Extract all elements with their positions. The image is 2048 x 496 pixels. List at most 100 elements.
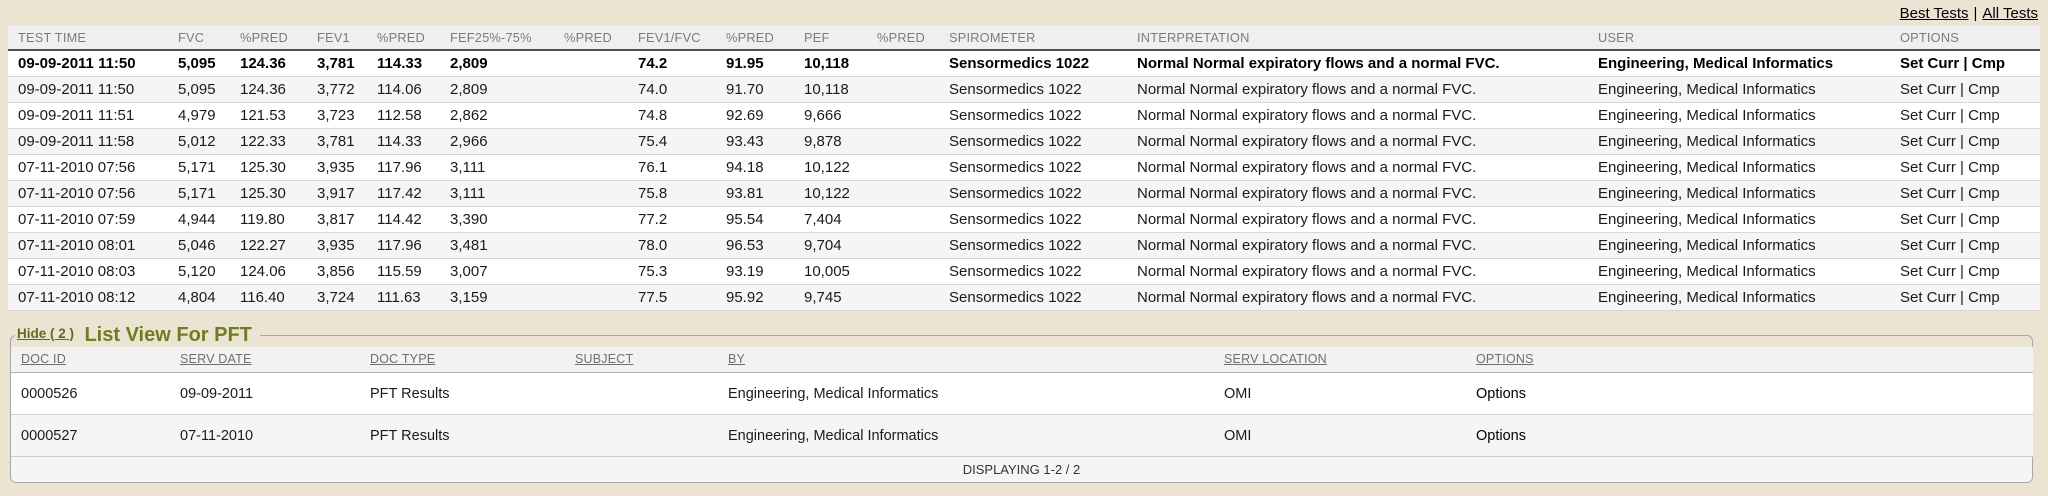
doc-sort-link-serv-location[interactable]: SERV LOCATION (1224, 352, 1327, 366)
pft-cell-interpretation: Normal Normal expiratory flows and a nor… (1127, 128, 1588, 154)
cmp-link[interactable]: Cmp (1968, 81, 2000, 98)
cmp-link[interactable]: Cmp (1968, 133, 2000, 150)
cmp-link[interactable]: Cmp (1968, 263, 2000, 280)
pft-cell-fvc: 5,095 (168, 50, 230, 76)
pft-column-header-user: USER (1588, 26, 1890, 50)
doc-cell-serv-date: 07-11-2010 (170, 415, 360, 457)
set-curr-link[interactable]: Set Curr (1900, 263, 1956, 280)
pft-cell-user: Engineering, Medical Informatics (1588, 128, 1890, 154)
cmp-link[interactable]: Cmp (1968, 211, 2000, 228)
cmp-link[interactable]: Cmp (1968, 159, 2000, 176)
pft-cell-fef25-75: 3,007 (440, 258, 554, 284)
pft-column-header-pred: %PRED (867, 26, 939, 50)
pft-cell-pred (867, 258, 939, 284)
pft-cell-pred: 112.58 (367, 102, 440, 128)
pft-cell-test-time: 09-09-2011 11:50 (8, 50, 168, 76)
pft-cell-fvc: 5,171 (168, 180, 230, 206)
pft-cell-fev1-fvc: 75.8 (628, 180, 716, 206)
pft-cell-pred: 122.27 (230, 232, 307, 258)
pft-cell-fev1: 3,817 (307, 206, 367, 232)
doc-cell-doc-type: PFT Results (360, 415, 565, 457)
all-tests-link[interactable]: All Tests (1982, 5, 2038, 22)
pft-cell-spirometer: Sensormedics 1022 (939, 128, 1127, 154)
pft-cell-user: Engineering, Medical Informatics (1588, 154, 1890, 180)
pft-cell-pred (867, 180, 939, 206)
doc-sort-link-serv-date[interactable]: SERV DATE (180, 352, 252, 366)
doc-sort-link-by[interactable]: BY (728, 352, 745, 366)
options-separator: | (1956, 107, 1968, 124)
options-separator: | (1956, 81, 1968, 98)
pft-cell-fev1: 3,772 (307, 76, 367, 102)
cmp-link[interactable]: Cmp (1972, 55, 2005, 72)
pft-cell-spirometer: Sensormedics 1022 (939, 76, 1127, 102)
doc-column-header-options: OPTIONS (1466, 347, 2033, 373)
pft-cell-test-time: 07-11-2010 08:03 (8, 258, 168, 284)
pft-cell-pred: 114.33 (367, 50, 440, 76)
pft-cell-pred: 114.06 (367, 76, 440, 102)
doc-sort-link-doc-id[interactable]: DOC ID (21, 352, 66, 366)
pft-cell-spirometer: Sensormedics 1022 (939, 180, 1127, 206)
doc-column-header-serv-location: SERV LOCATION (1214, 347, 1466, 373)
pft-row: 09-09-2011 11:505,095124.363,772114.062,… (8, 76, 2040, 102)
pft-cell-pred: 125.30 (230, 180, 307, 206)
pft-cell-pred: 92.69 (716, 102, 794, 128)
pft-cell-user: Engineering, Medical Informatics (1588, 50, 1890, 76)
pft-cell-fev1-fvc: 74.0 (628, 76, 716, 102)
list-view-fieldset: Hide ( 2 ) List View For PFT DOC IDSERV … (10, 324, 2033, 484)
doc-sort-link-subject[interactable]: SUBJECT (575, 352, 633, 366)
pft-row: 07-11-2010 08:124,804116.403,724111.633,… (8, 284, 2040, 310)
cmp-link[interactable]: Cmp (1968, 289, 2000, 306)
doc-sort-link-doc-type[interactable]: DOC TYPE (370, 352, 435, 366)
pft-cell-pred: 122.33 (230, 128, 307, 154)
pft-cell-pred: 117.96 (367, 232, 440, 258)
pft-cell-pred: 93.81 (716, 180, 794, 206)
set-curr-link[interactable]: Set Curr (1900, 237, 1956, 254)
hide-link[interactable]: Hide ( 2 ) (17, 326, 74, 341)
pft-row: 09-09-2011 11:514,979121.533,723112.582,… (8, 102, 2040, 128)
pft-cell-pef: 10,122 (794, 180, 867, 206)
pft-cell-user: Engineering, Medical Informatics (1588, 180, 1890, 206)
set-curr-link[interactable]: Set Curr (1900, 185, 1956, 202)
set-curr-link[interactable]: Set Curr (1900, 211, 1956, 228)
pft-cell-pef: 10,122 (794, 154, 867, 180)
pft-cell-fev1: 3,723 (307, 102, 367, 128)
pft-cell-interpretation: Normal Normal expiratory flows and a nor… (1127, 258, 1588, 284)
pft-cell-fvc: 5,095 (168, 76, 230, 102)
doc-cell-doc-id: 0000527 (11, 415, 170, 457)
set-curr-link[interactable]: Set Curr (1900, 289, 1956, 306)
pft-cell-fef25-75: 3,111 (440, 180, 554, 206)
pft-cell-fev1-fvc: 74.2 (628, 50, 716, 76)
pft-cell-fev1-fvc: 75.3 (628, 258, 716, 284)
doc-column-header-doc-id: DOC ID (11, 347, 170, 373)
document-list-table: DOC ID SERV DATE DOC TYPE SUBJECT BY SERV LOC… (11, 347, 2033, 458)
set-curr-link[interactable]: Set Curr (1900, 55, 1959, 72)
pft-cell-user: Engineering, Medical Informatics (1588, 284, 1890, 310)
cmp-link[interactable]: Cmp (1968, 185, 2000, 202)
doc-cell-options: Options (1466, 373, 2033, 415)
set-curr-link[interactable]: Set Curr (1900, 133, 1956, 150)
pft-cell-fev1-fvc: 77.5 (628, 284, 716, 310)
doc-column-header-serv-date: SERV DATE (170, 347, 360, 373)
set-curr-link[interactable]: Set Curr (1900, 107, 1956, 124)
cmp-link[interactable]: Cmp (1968, 107, 2000, 124)
doc-cell-subject (565, 415, 718, 457)
pft-cell-pred: 114.42 (367, 206, 440, 232)
set-curr-link[interactable]: Set Curr (1900, 159, 1956, 176)
pft-cell-pef: 9,666 (794, 102, 867, 128)
doc-cell-serv-location: OMI (1214, 415, 1466, 457)
pft-cell-fvc: 4,979 (168, 102, 230, 128)
set-curr-link[interactable]: Set Curr (1900, 81, 1956, 98)
pft-cell-fev1-fvc: 77.2 (628, 206, 716, 232)
pft-cell-pred (867, 154, 939, 180)
best-tests-link[interactable]: Best Tests (1900, 5, 1969, 22)
pft-column-header-test-time: TEST TIME (8, 26, 168, 50)
doc-options-link[interactable]: Options (1476, 386, 1526, 402)
pft-cell-options: Set Curr | Cmp (1890, 180, 2040, 206)
doc-sort-link-options[interactable]: OPTIONS (1476, 352, 1534, 366)
cmp-link[interactable]: Cmp (1968, 237, 2000, 254)
pft-cell-fev1: 3,935 (307, 154, 367, 180)
pft-cell-pred: 91.95 (716, 50, 794, 76)
pft-cell-fef25-75: 2,862 (440, 102, 554, 128)
doc-options-link[interactable]: Options (1476, 428, 1526, 444)
pft-cell-pred (554, 102, 628, 128)
